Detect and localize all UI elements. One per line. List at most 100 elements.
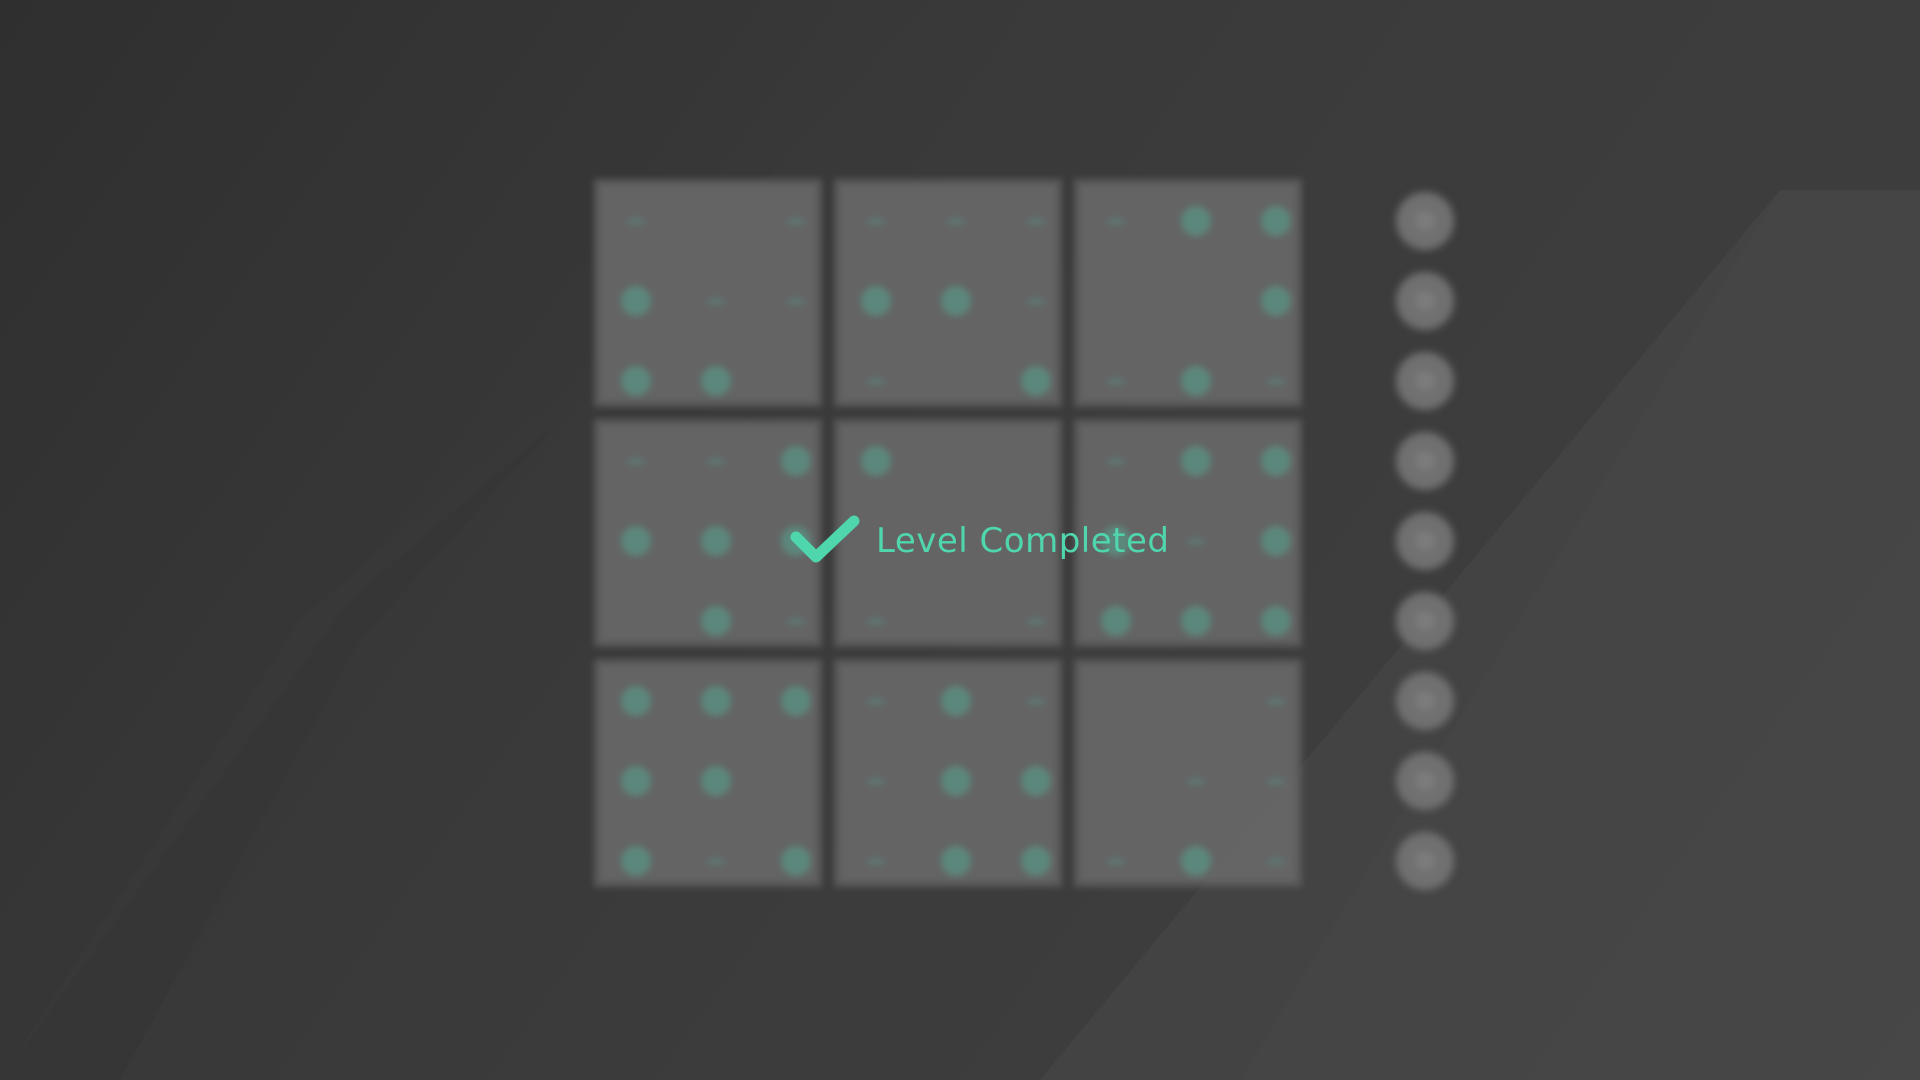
board-cell[interactable] bbox=[1076, 661, 1156, 741]
board-cell[interactable] bbox=[916, 421, 996, 501]
cell-mark bbox=[1261, 606, 1291, 636]
board-cell[interactable] bbox=[676, 421, 756, 501]
board-cell[interactable] bbox=[916, 261, 996, 341]
board-cell[interactable] bbox=[596, 661, 676, 741]
board-cell[interactable] bbox=[996, 661, 1076, 741]
board-box bbox=[840, 665, 1056, 881]
cell-mark bbox=[621, 286, 651, 316]
board-cell[interactable] bbox=[1076, 741, 1156, 821]
number-button[interactable] bbox=[1396, 432, 1454, 490]
number-button[interactable] bbox=[1396, 272, 1454, 330]
board-cell[interactable] bbox=[676, 181, 756, 261]
board-cell[interactable] bbox=[996, 741, 1076, 821]
board-cell[interactable] bbox=[1156, 661, 1236, 741]
board-cell[interactable] bbox=[996, 421, 1076, 501]
number-button[interactable] bbox=[1396, 192, 1454, 250]
board-cell[interactable] bbox=[836, 581, 916, 661]
board-cell[interactable] bbox=[836, 421, 916, 501]
cell-mark bbox=[1108, 857, 1124, 865]
board-cell[interactable] bbox=[1076, 581, 1156, 661]
board-cell[interactable] bbox=[1236, 741, 1316, 821]
board-cell[interactable] bbox=[1076, 821, 1156, 901]
board-cell[interactable] bbox=[1156, 821, 1236, 901]
cell-mark bbox=[1021, 846, 1051, 876]
number-button[interactable] bbox=[1396, 592, 1454, 650]
board-cell[interactable] bbox=[836, 741, 916, 821]
board-cell[interactable] bbox=[1236, 581, 1316, 661]
board-cell[interactable] bbox=[676, 741, 756, 821]
board-cell[interactable] bbox=[1236, 421, 1316, 501]
number-button[interactable] bbox=[1396, 752, 1454, 810]
number-button[interactable] bbox=[1396, 672, 1454, 730]
board-cell[interactable] bbox=[1076, 341, 1156, 421]
cell-mark bbox=[941, 286, 971, 316]
cell-mark bbox=[708, 857, 724, 865]
board-cell[interactable] bbox=[596, 421, 676, 501]
cell-mark bbox=[1108, 457, 1124, 465]
board-cell[interactable] bbox=[596, 501, 676, 581]
cell-mark bbox=[621, 846, 651, 876]
board-cell[interactable] bbox=[836, 181, 916, 261]
board-cell[interactable] bbox=[996, 821, 1076, 901]
board-cell[interactable] bbox=[1236, 501, 1316, 581]
board-cell[interactable] bbox=[1156, 261, 1236, 341]
board-cell[interactable] bbox=[596, 181, 676, 261]
board-cell[interactable] bbox=[1156, 581, 1236, 661]
board-cell[interactable] bbox=[1236, 261, 1316, 341]
board-cell[interactable] bbox=[676, 661, 756, 741]
board-cell[interactable] bbox=[756, 581, 836, 661]
board-cell[interactable] bbox=[676, 821, 756, 901]
board-cell[interactable] bbox=[1156, 421, 1236, 501]
board-cell[interactable] bbox=[676, 581, 756, 661]
board-cell[interactable] bbox=[756, 261, 836, 341]
board-cell[interactable] bbox=[1236, 661, 1316, 741]
number-button[interactable] bbox=[1396, 352, 1454, 410]
board-cell[interactable] bbox=[916, 181, 996, 261]
board-cell[interactable] bbox=[916, 661, 996, 741]
cell-mark bbox=[868, 217, 884, 225]
board-cell[interactable] bbox=[916, 741, 996, 821]
board-cell[interactable] bbox=[756, 341, 836, 421]
board-cell[interactable] bbox=[1076, 181, 1156, 261]
board-cell[interactable] bbox=[596, 581, 676, 661]
board-cell[interactable] bbox=[756, 821, 836, 901]
board-cell[interactable] bbox=[596, 341, 676, 421]
board-cell[interactable] bbox=[916, 341, 996, 421]
board-cell[interactable] bbox=[996, 181, 1076, 261]
number-button[interactable] bbox=[1396, 832, 1454, 890]
board-cell[interactable] bbox=[836, 661, 916, 741]
board-cell[interactable] bbox=[1156, 181, 1236, 261]
cell-mark bbox=[1268, 857, 1284, 865]
cell-mark bbox=[868, 697, 884, 705]
board-cell[interactable] bbox=[596, 261, 676, 341]
board-cell[interactable] bbox=[1236, 341, 1316, 421]
cell-mark bbox=[861, 446, 891, 476]
board-cell[interactable] bbox=[996, 341, 1076, 421]
board-cell[interactable] bbox=[1076, 421, 1156, 501]
board-cell[interactable] bbox=[756, 741, 836, 821]
board-cell[interactable] bbox=[996, 581, 1076, 661]
board-cell[interactable] bbox=[916, 581, 996, 661]
board-cell[interactable] bbox=[836, 821, 916, 901]
board-cell[interactable] bbox=[1076, 261, 1156, 341]
board-cell[interactable] bbox=[676, 501, 756, 581]
cell-mark bbox=[621, 766, 651, 796]
board-cell[interactable] bbox=[596, 821, 676, 901]
board-cell[interactable] bbox=[676, 341, 756, 421]
board-cell[interactable] bbox=[1236, 821, 1316, 901]
number-button[interactable] bbox=[1396, 512, 1454, 570]
board-cell[interactable] bbox=[756, 181, 836, 261]
cell-mark bbox=[701, 686, 731, 716]
board-cell[interactable] bbox=[836, 261, 916, 341]
board-cell[interactable] bbox=[1156, 741, 1236, 821]
board-cell[interactable] bbox=[676, 261, 756, 341]
cell-mark bbox=[781, 686, 811, 716]
board-cell[interactable] bbox=[756, 421, 836, 501]
board-cell[interactable] bbox=[756, 661, 836, 741]
board-cell[interactable] bbox=[836, 341, 916, 421]
board-cell[interactable] bbox=[596, 741, 676, 821]
board-cell[interactable] bbox=[1236, 181, 1316, 261]
board-cell[interactable] bbox=[1156, 341, 1236, 421]
board-cell[interactable] bbox=[996, 261, 1076, 341]
board-cell[interactable] bbox=[916, 821, 996, 901]
